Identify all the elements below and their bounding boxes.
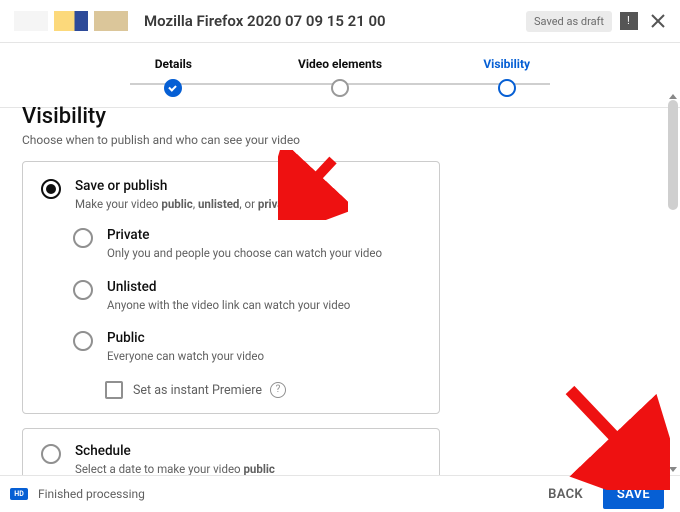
header-thumbnails (14, 11, 128, 31)
body-scroll[interactable]: Visibility Choose when to publish and wh… (0, 90, 680, 476)
scroll-up-icon[interactable] (669, 94, 677, 99)
scroll-down-icon[interactable] (669, 467, 677, 472)
radio-private[interactable] (73, 228, 93, 248)
processing-status: Finished processing (38, 487, 534, 501)
help-icon[interactable]: ? (270, 382, 286, 398)
step-label: Video elements (257, 57, 424, 71)
radio-save-or-publish[interactable] (41, 179, 61, 199)
step-circle (331, 79, 349, 97)
step-circle-active (498, 79, 516, 97)
public-title: Public (107, 330, 421, 346)
feedback-icon[interactable] (620, 12, 638, 30)
private-desc: Only you and people you choose can watch… (107, 245, 421, 262)
save-button[interactable]: SAVE (603, 480, 664, 509)
hd-badge-icon: HD (10, 488, 28, 500)
private-title: Private (107, 227, 421, 243)
page-subheading: Choose when to publish and who can see y… (22, 133, 648, 147)
header-thumb (94, 11, 128, 31)
video-title: Mozilla Firefox 2020 07 09 15 21 00 (144, 12, 526, 30)
unlisted-title: Unlisted (107, 279, 421, 295)
save-or-publish-card: Save or publish Make your video public, … (22, 161, 440, 414)
scrollbar-thumb[interactable] (668, 100, 678, 210)
schedule-card: Schedule Select a date to make your vide… (22, 428, 440, 476)
close-icon[interactable] (648, 11, 668, 31)
dialog-footer: HD Finished processing BACK SAVE (0, 475, 680, 512)
radio-unlisted[interactable] (73, 280, 93, 300)
schedule-desc: Select a date to make your video public (75, 461, 421, 476)
save-or-publish-desc: Make your video public, unlisted, or pri… (75, 196, 421, 213)
step-label: Visibility (423, 57, 590, 71)
save-or-publish-title: Save or publish (75, 178, 421, 194)
draft-status-chip: Saved as draft (526, 11, 612, 32)
page-heading: Visibility (22, 104, 648, 129)
instant-premiere-label: Set as instant Premiere (133, 383, 262, 398)
header-thumb (54, 11, 88, 31)
checkbox-instant-premiere[interactable] (105, 381, 123, 399)
step-label: Details (90, 57, 257, 71)
public-desc: Everyone can watch your video (107, 348, 421, 365)
dialog-header: Mozilla Firefox 2020 07 09 15 21 00 Save… (0, 0, 680, 43)
back-button[interactable]: BACK (534, 480, 597, 509)
schedule-title: Schedule (75, 443, 421, 459)
radio-public[interactable] (73, 331, 93, 351)
radio-schedule[interactable] (41, 444, 61, 464)
header-thumb (14, 11, 48, 31)
unlisted-desc: Anyone with the video link can watch you… (107, 297, 421, 314)
